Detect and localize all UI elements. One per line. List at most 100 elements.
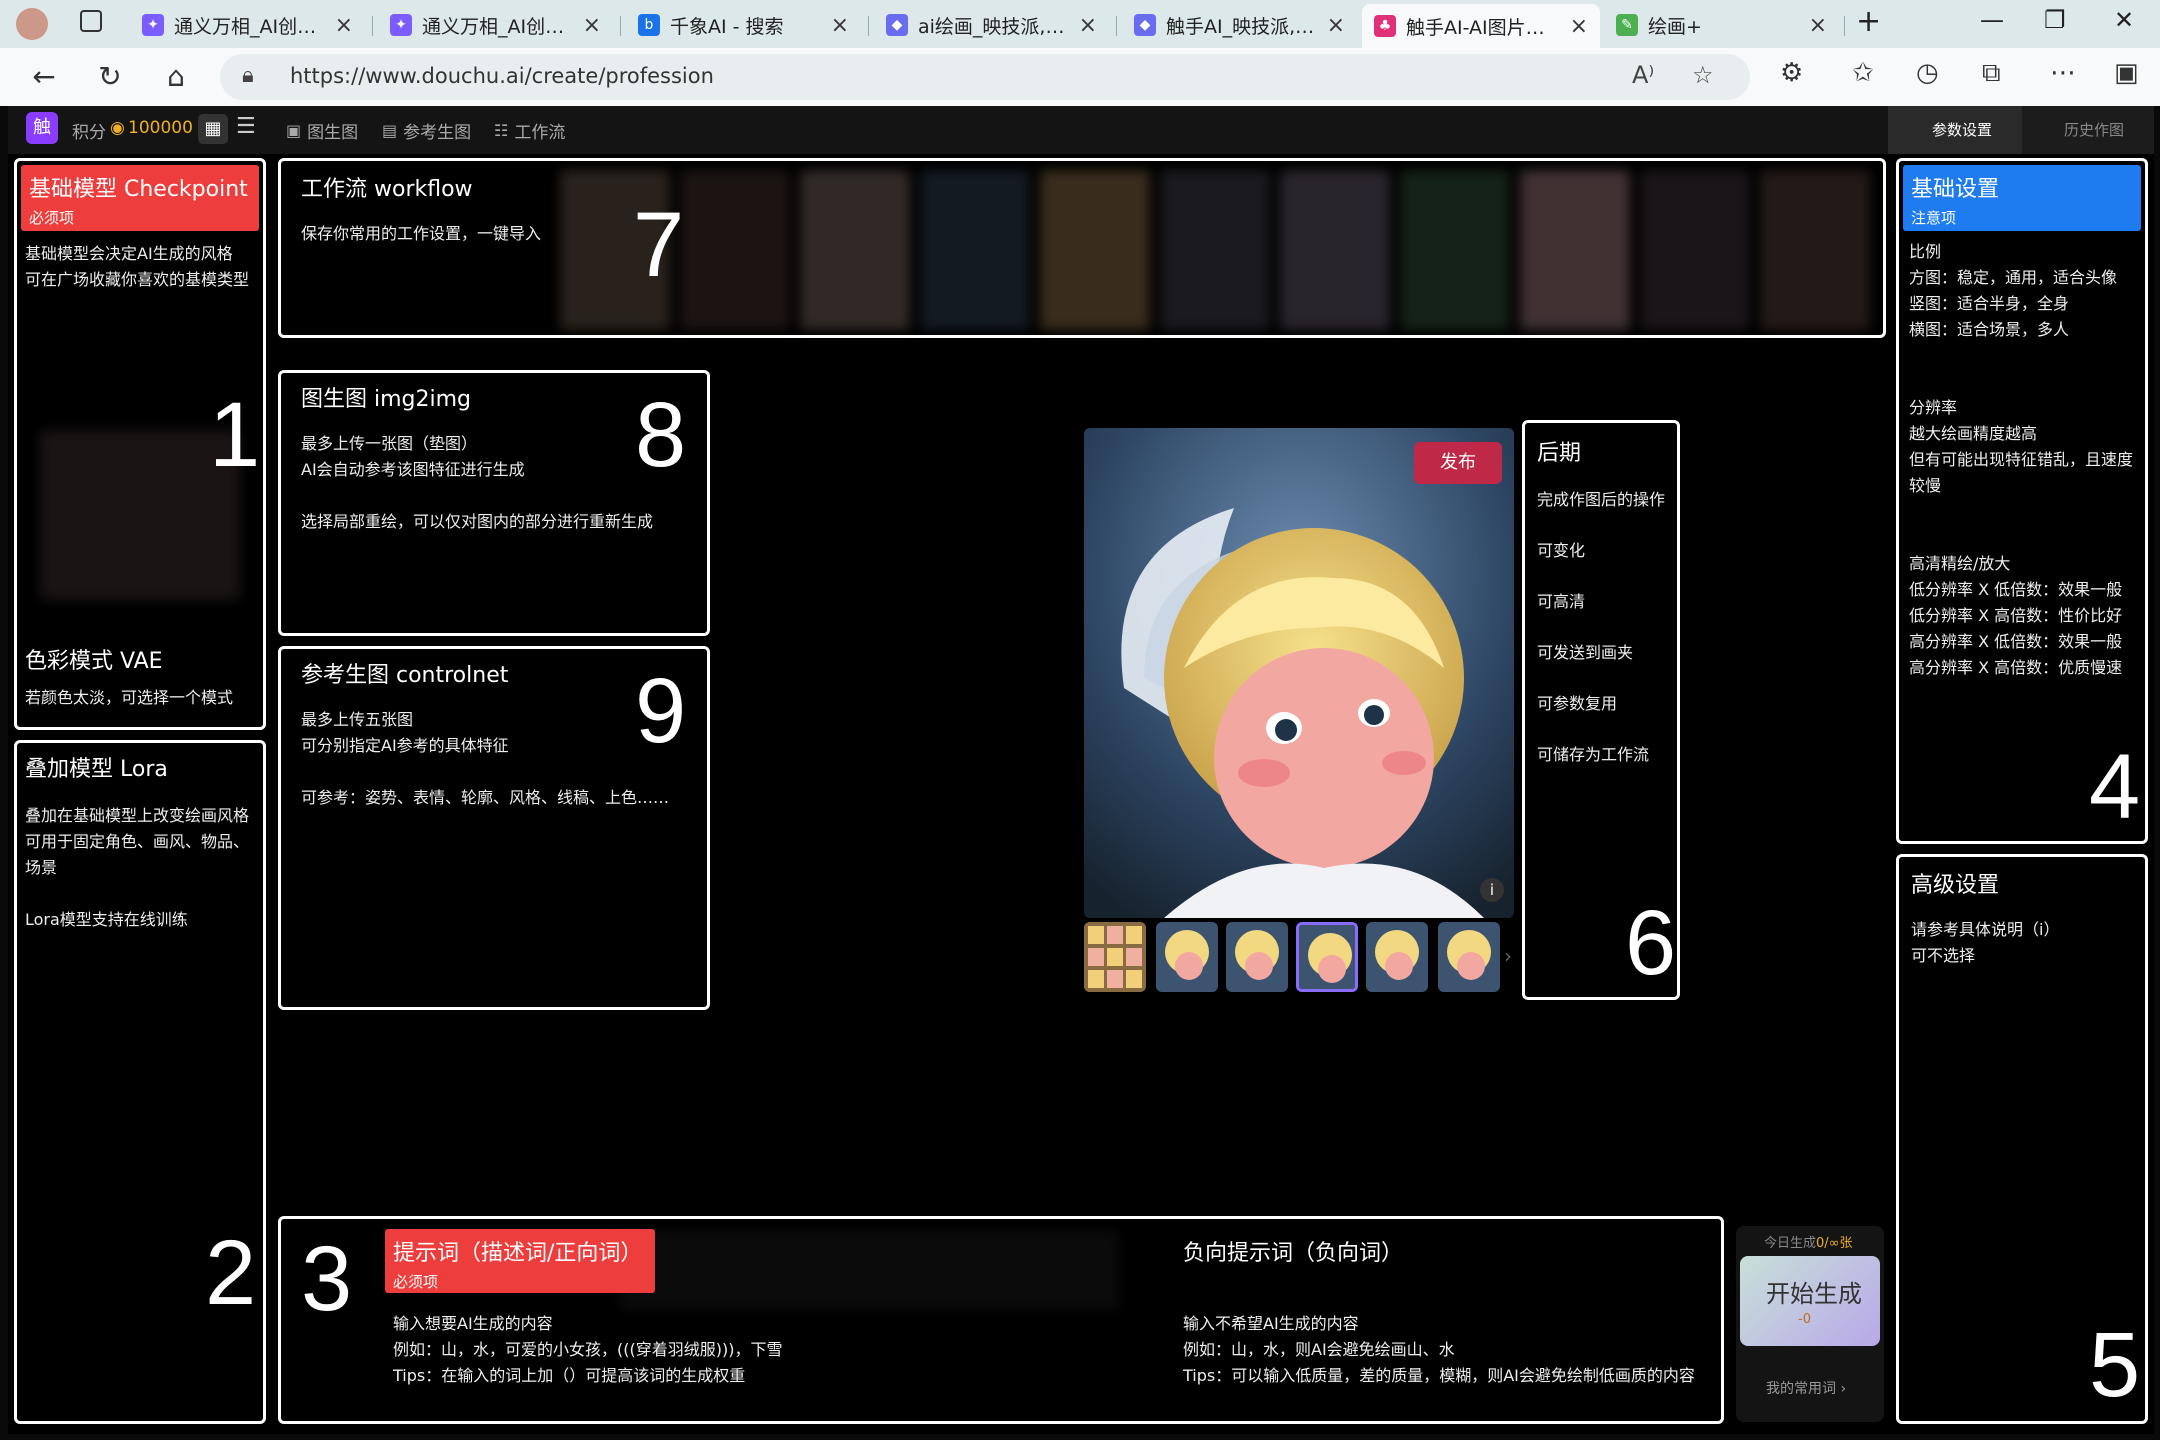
- lora-title: 叠加模型 Lora: [25, 757, 168, 782]
- yingjipai-icon: ◆: [886, 14, 908, 36]
- generate-panel: 今日生成0/∞张 开始生成 -0 我的常用词 ›: [1736, 1226, 1884, 1422]
- thumbnail[interactable]: [1156, 922, 1218, 992]
- tab-title: 绘画+: [1648, 15, 1702, 38]
- thumbnail-image: [1156, 922, 1218, 992]
- url-input[interactable]: 🔒︎ https://www.douchu.ai/create/professi…: [220, 54, 1750, 100]
- thumbnail[interactable]: [1438, 922, 1500, 992]
- coin-icon: ◉: [110, 118, 125, 138]
- post-title: 后期: [1537, 441, 1582, 466]
- start-generate-button[interactable]: 开始生成 -0: [1740, 1256, 1880, 1346]
- negative-prompt-title: 负向提示词（负向词）: [1183, 1241, 1404, 1266]
- thumbnail-selected[interactable]: [1296, 922, 1358, 992]
- tab-history[interactable]: 历史作图: [2064, 119, 2124, 140]
- prompt-required: 必须项: [393, 1273, 439, 1291]
- screenshot-icon[interactable]: ⧉: [1982, 58, 2001, 89]
- guide-number-2: 2: [205, 1222, 257, 1324]
- workflow-desc: 保存你常用的工作设置，一键导入: [301, 224, 542, 243]
- browser-tab[interactable]: ✎ 绘画+ ×: [1604, 6, 1839, 44]
- advanced-settings-title: 高级设置: [1911, 873, 2000, 898]
- pen-icon: ✎: [1616, 14, 1638, 36]
- thumbnail[interactable]: [1226, 922, 1288, 992]
- browser-tab[interactable]: b 千象AI - 搜索 ×: [626, 6, 861, 44]
- thumbnail-image: [1299, 925, 1355, 989]
- tab-controlnet[interactable]: ▤ 参考生图: [382, 118, 471, 143]
- guide-number-1: 1: [209, 384, 261, 486]
- basic-settings-desc: 比例 方图：稳定，通用，适合头像 竖图：适合半身，全身 横图：适合场景，多人 分…: [1909, 242, 2134, 677]
- workflow-title: 工作流 workflow: [301, 177, 473, 202]
- tab-img2img[interactable]: ▣ 图生图: [286, 118, 358, 143]
- sidebar-toggle-icon[interactable]: ▣: [2114, 58, 2139, 88]
- favorite-star-icon[interactable]: ☆: [1692, 61, 1714, 89]
- browser-tab-active[interactable]: ♣ 触手AI-AI图片生成 ×: [1362, 4, 1600, 48]
- common-words-link[interactable]: 我的常用词 ›: [1766, 1378, 1846, 1398]
- cost-value: -0: [1798, 1312, 1811, 1327]
- close-icon[interactable]: ×: [1570, 14, 1588, 39]
- close-icon[interactable]: ×: [1809, 13, 1827, 38]
- publish-button[interactable]: 发布: [1414, 442, 1502, 484]
- basic-settings-guide-box: 基础设置 注意项 比例 方图：稳定，通用，适合头像 竖图：适合半身，全身 横图：…: [1896, 158, 2148, 844]
- post-guide-box: 后期 完成作图后的操作 可变化 可高清 可发送到画夹 可参数复用 可储存为工作流…: [1522, 420, 1680, 1000]
- thumbnail-image: [1366, 922, 1428, 992]
- refresh-icon[interactable]: ↻: [90, 58, 130, 96]
- guide-number-8: 8: [635, 384, 687, 486]
- extensions-icon[interactable]: ⚙: [1780, 58, 1803, 88]
- lora-guide-box: 叠加模型 Lora 叠加在基础模型上改变绘画风格 可用于固定角色、画风、物品、场…: [14, 740, 266, 1424]
- close-icon[interactable]: ×: [831, 13, 849, 38]
- vae-title: 色彩模式 VAE: [25, 649, 163, 674]
- close-icon[interactable]: ×: [1079, 13, 1097, 38]
- close-icon[interactable]: ×: [583, 13, 601, 38]
- info-icon[interactable]: i: [1480, 878, 1504, 902]
- thumbnail-image: [1084, 922, 1146, 992]
- app-logo[interactable]: 触: [26, 112, 58, 144]
- guide-number-9: 9: [635, 660, 687, 762]
- close-icon[interactable]: ×: [335, 13, 353, 38]
- thumbnail-grid[interactable]: [1084, 922, 1146, 992]
- tab-actions-icon[interactable]: [80, 10, 102, 32]
- minimize-icon[interactable]: —: [1980, 6, 2004, 34]
- prompt-desc: 输入想要AI生成的内容 例如：山，水，可爱的小女孩，(((穿着羽绒服)))，下雪…: [393, 1314, 783, 1385]
- tab-label: 参考生图: [403, 123, 472, 143]
- generated-image[interactable]: i: [1084, 428, 1514, 918]
- home-icon[interactable]: ⌂: [156, 58, 196, 96]
- chevron-right-icon[interactable]: ›: [1504, 944, 1512, 968]
- lock-icon[interactable]: 🔒︎: [242, 63, 254, 88]
- post-item: 可参数复用: [1537, 694, 1618, 713]
- window-close-icon[interactable]: ✕: [2114, 6, 2134, 34]
- img2img-title: 图生图 img2img: [301, 387, 472, 412]
- workflow-icon: ☷: [494, 121, 509, 140]
- image-icon: ▣: [286, 121, 302, 140]
- grid-view-icon[interactable]: ▦: [198, 114, 228, 144]
- tab-title: 触手AI_映技派,专注: [1166, 15, 1319, 38]
- advanced-settings-desc: 请参考具体说明（i） 可不选择: [1911, 920, 2060, 965]
- more-icon[interactable]: ⋯: [2050, 58, 2076, 88]
- tab-params[interactable]: 参数设置: [1932, 119, 1992, 140]
- yingjipai-icon: ◆: [1134, 14, 1156, 36]
- guide-number-4: 4: [2089, 736, 2141, 838]
- profile-avatar[interactable]: [16, 8, 48, 40]
- browser-tab[interactable]: ✦ 通义万相_AI创意作 ×: [130, 6, 365, 44]
- start-generate-label: 开始生成: [1766, 1280, 1862, 1308]
- back-icon[interactable]: ←: [24, 58, 64, 96]
- browser-tab[interactable]: ◆ 触手AI_映技派,专注 ×: [1122, 6, 1357, 44]
- bing-icon: b: [638, 14, 660, 36]
- guide-number-7: 7: [633, 194, 685, 296]
- menu-icon[interactable]: ☰: [236, 114, 256, 139]
- restore-icon[interactable]: ❐: [2044, 6, 2066, 34]
- thumbnail[interactable]: [1366, 922, 1428, 992]
- history-icon[interactable]: ◷: [1916, 58, 1939, 88]
- controlnet-guide-box: 参考生图 controlnet 最多上传五张图 可分别指定AI参考的具体特征 可…: [278, 646, 710, 1010]
- close-icon[interactable]: ×: [1327, 13, 1345, 38]
- browser-tab[interactable]: ◆ ai绘画_映技派,专注 ×: [874, 6, 1109, 44]
- tab-title: 通义万相_AI创意作: [174, 15, 327, 38]
- tab-workflow[interactable]: ☷ 工作流: [494, 118, 565, 143]
- controlnet-title: 参考生图 controlnet: [301, 663, 509, 688]
- favorites-icon[interactable]: ✩: [1852, 58, 1874, 88]
- today-value: 0/∞张: [1816, 1236, 1853, 1251]
- negative-prompt-desc: 输入不希望AI生成的内容 例如：山，水，则AI会避免绘画山、水 Tips：可以输…: [1183, 1314, 1695, 1385]
- new-tab-icon[interactable]: +: [1856, 4, 1881, 39]
- address-bar: ← ↻ ⌂ 🔒︎ https://www.douchu.ai/create/pr…: [0, 48, 2160, 106]
- checkpoint-desc: 基础模型会决定AI生成的风格 可在广场收藏你喜欢的基模类型: [25, 244, 250, 289]
- browser-tab[interactable]: ✦ 通义万相_AI创意作 ×: [378, 6, 613, 44]
- tab-title: 千象AI - 搜索: [670, 15, 784, 38]
- read-aloud-icon[interactable]: A⁾: [1632, 61, 1654, 89]
